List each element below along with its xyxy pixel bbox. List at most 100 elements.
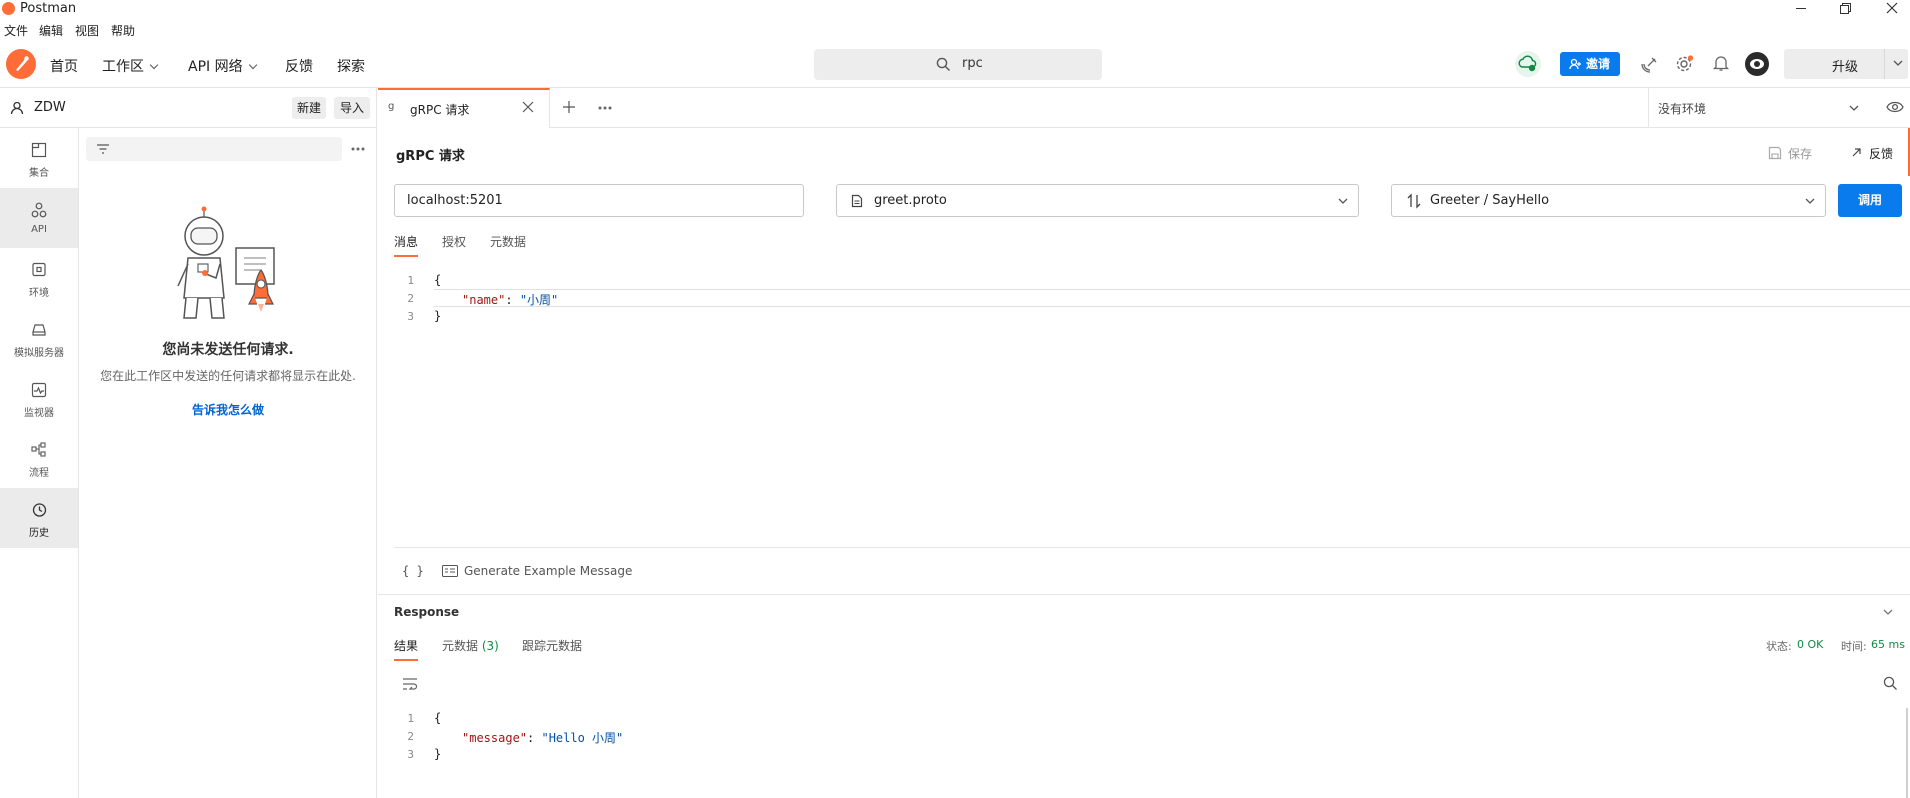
invite-button[interactable]: 邀请: [1560, 52, 1620, 76]
file-icon: [851, 194, 863, 208]
response-open-brace: {: [434, 711, 442, 725]
tab-label: gRPC 请求: [410, 103, 470, 117]
nav-home[interactable]: 首页: [50, 56, 78, 76]
avatar[interactable]: [1745, 52, 1769, 76]
more-options-icon[interactable]: [351, 147, 365, 151]
close-tab-icon[interactable]: [522, 101, 534, 113]
tab-result[interactable]: 结果: [394, 637, 419, 661]
sidebar-item-label: 流程: [29, 468, 49, 479]
sidebar-item-environment[interactable]: 环境: [0, 248, 78, 308]
window-title: Postman: [20, 1, 77, 16]
sidebar-item-label: 监视器: [24, 408, 54, 419]
nav-api-network-label: API 网络: [188, 59, 243, 75]
tab-authorization[interactable]: 授权: [442, 233, 466, 250]
unary-arrows-icon: [1406, 193, 1422, 209]
chevron-down-icon: [248, 60, 257, 70]
notification-bell-icon[interactable]: [1712, 54, 1730, 72]
sidebar-item-flows[interactable]: 流程: [0, 428, 78, 488]
workspace-name[interactable]: ZDW: [34, 100, 66, 115]
code-colon: :: [505, 293, 520, 307]
sidebar-item-history[interactable]: 历史: [0, 488, 78, 548]
collapse-response-icon[interactable]: [1882, 606, 1894, 618]
generate-example-button[interactable]: Generate Example Message: [442, 562, 642, 582]
grpc-icon: g: [388, 101, 395, 112]
new-button[interactable]: 新建: [292, 97, 326, 119]
settings-gear-icon[interactable]: [1675, 54, 1695, 74]
filter-icon: [96, 143, 110, 155]
sync-status-icon[interactable]: [1515, 51, 1541, 77]
menu-file[interactable]: 文件: [4, 22, 28, 39]
response-line-message: "message": "Hello 小周": [462, 729, 623, 746]
postman-logo[interactable]: [6, 49, 36, 79]
environment-label: 没有环境: [1658, 102, 1707, 116]
history-empty-title: 您尚未发送任何请求.: [162, 342, 294, 358]
nav-api-network[interactable]: API 网络: [188, 56, 257, 76]
search-response-icon[interactable]: [1883, 676, 1898, 691]
invoke-button[interactable]: 调用: [1838, 184, 1902, 217]
history-empty-description: 您在此工作区中发送的任何请求都将显示在此处.: [100, 369, 356, 383]
feedback-label: 反馈: [1869, 147, 1894, 161]
request-title[interactable]: gRPC 请求: [396, 145, 465, 164]
beautify-braces-icon[interactable]: { }: [402, 564, 424, 578]
satellite-icon[interactable]: [1641, 55, 1659, 73]
history-help-link[interactable]: 告诉我怎么做: [79, 401, 377, 418]
request-feedback-button[interactable]: 反馈: [1851, 143, 1907, 163]
save-button[interactable]: 保存: [1768, 143, 1828, 163]
tab-metadata[interactable]: 元数据: [490, 233, 526, 250]
menu-view[interactable]: 视图: [75, 22, 99, 39]
save-icon: [1768, 146, 1782, 160]
search-bar[interactable]: rpc: [814, 49, 1102, 80]
proto-select[interactable]: greet.proto: [836, 184, 1359, 217]
new-tab-plus-icon[interactable]: [562, 100, 576, 114]
more-tabs-icon[interactable]: [598, 106, 612, 110]
minimize-icon[interactable]: [1796, 8, 1806, 9]
response-body[interactable]: 1 2 3 { "message": "Hello 小周" }: [394, 708, 1910, 798]
status-label: 状态:: [1766, 640, 1792, 653]
tab-grpc-request[interactable]: g gRPC 请求: [378, 88, 550, 128]
nav-feedback[interactable]: 反馈: [285, 56, 313, 76]
upgrade-button[interactable]: 升级: [1784, 49, 1908, 79]
method-value: Greeter / SayHello: [1430, 193, 1550, 208]
search-input[interactable]: rpc: [962, 56, 983, 71]
eye-icon[interactable]: [1886, 100, 1904, 114]
time-value: 65 ms: [1871, 638, 1905, 651]
response-close-brace: }: [434, 747, 442, 761]
wrap-lines-icon[interactable]: [402, 677, 418, 691]
tab-trailing-metadata[interactable]: 跟踪元数据: [522, 637, 582, 654]
sidebar-item-mock-server[interactable]: 模拟服务器: [0, 308, 78, 368]
chevron-down-icon[interactable]: [1892, 57, 1904, 69]
request-tab-bar: g gRPC 请求 没有环境: [378, 88, 1910, 128]
url-input[interactable]: localhost:5201: [394, 184, 804, 217]
sidebar-item-monitor[interactable]: 监视器: [0, 368, 78, 428]
restore-icon[interactable]: [1840, 3, 1851, 14]
sidebar-item-api[interactable]: API: [0, 188, 78, 248]
history-filter-input[interactable]: [86, 137, 342, 161]
menu-help[interactable]: 帮助: [111, 22, 135, 39]
tab-message[interactable]: 消息: [394, 233, 419, 257]
invite-label: 邀请: [1586, 57, 1611, 71]
environment-selector[interactable]: 没有环境: [1658, 88, 1870, 128]
nav-explore[interactable]: 探索: [337, 56, 365, 76]
api-icon: [31, 202, 47, 218]
menu-edit[interactable]: 编辑: [39, 22, 63, 39]
response-scrollbar[interactable]: [1906, 708, 1908, 798]
arrow-up-right-icon: [1851, 147, 1862, 158]
generate-label: Generate Example Message: [464, 564, 633, 578]
method-select[interactable]: Greeter / SayHello: [1391, 184, 1826, 217]
nav-workspace-label: 工作区: [102, 59, 144, 75]
sidebar-item-collections[interactable]: 集合: [0, 128, 78, 188]
tab-response-metadata[interactable]: 元数据 (3): [442, 637, 499, 654]
message-editor[interactable]: 1 2 3 { "name": "小周" }: [394, 268, 1910, 548]
line-number: 2: [407, 292, 414, 305]
close-window-icon[interactable]: [1886, 2, 1898, 14]
nav-workspace[interactable]: 工作区: [102, 56, 159, 76]
import-button[interactable]: 导入: [334, 97, 370, 119]
search-icon: [936, 57, 951, 72]
chevron-down-icon: [149, 60, 159, 70]
title-bar: Postman: [0, 0, 1910, 18]
proto-value: greet.proto: [874, 193, 947, 208]
save-label: 保存: [1788, 147, 1813, 161]
line-number: 3: [407, 310, 414, 323]
environment-icon: [31, 262, 47, 278]
request-title-row: gRPC 请求 保存 反馈: [378, 128, 1910, 176]
